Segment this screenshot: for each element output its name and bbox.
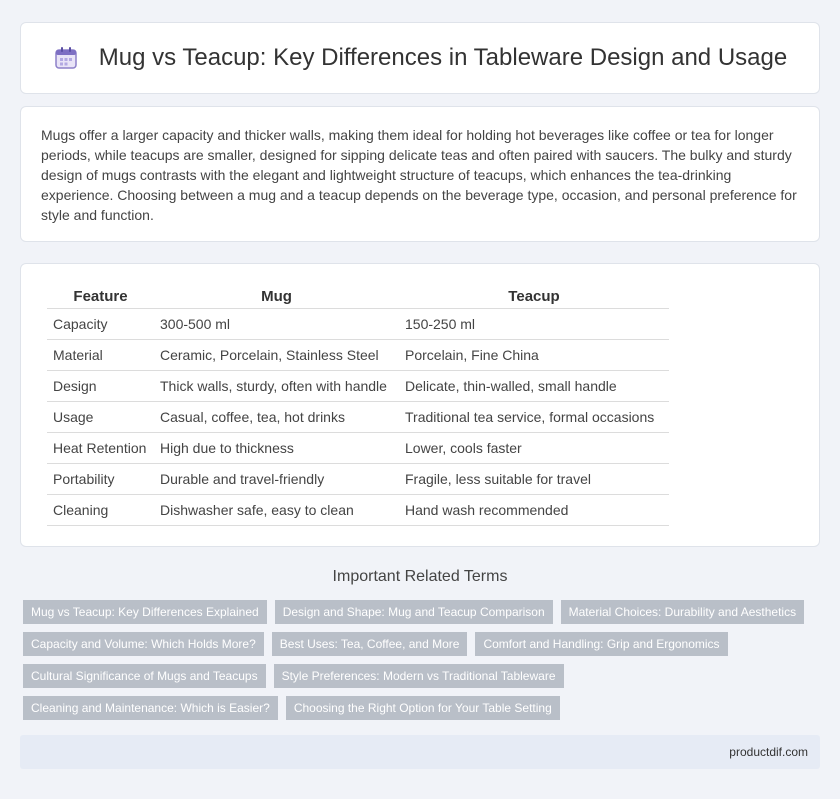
table-row: Cleaning Dishwasher safe, easy to clean Ha… [47, 494, 669, 526]
cell-teacup: Traditional tea service, formal occasion… [399, 401, 669, 433]
header-teacup: Teacup [399, 286, 669, 309]
table-row: Capacity 300-500 ml 150-250 ml [47, 308, 669, 340]
intro-card: Mugs offer a larger capacity and thicker… [20, 106, 820, 242]
related-tag[interactable]: Comfort and Handling: Grip and Ergonomic… [475, 632, 728, 656]
related-tag[interactable]: Choosing the Right Option for Your Table… [285, 696, 560, 720]
header-feature: Feature [47, 286, 154, 309]
table-row: Usage Casual, coffee, tea, hot drinks Trad… [47, 401, 669, 433]
cell-teacup: Lower, cools faster [399, 432, 669, 464]
comparison-table: Feature Mug Teacup Capacity 300-500 ml 150… [47, 286, 669, 526]
cell-teacup: Porcelain, Fine China [399, 339, 669, 371]
cell-mug: High due to thickness [154, 432, 399, 464]
cell-feature: Portability [47, 463, 154, 495]
table-row: Heat Retention High due to thickness Lower… [47, 432, 669, 464]
related-terms-title: Important Related Terms [332, 568, 508, 585]
footer: productdif.com [20, 735, 820, 769]
related-tag[interactable]: Material Choices: Durability and Aesthet… [560, 600, 805, 624]
related-tag[interactable]: Cleaning and Maintenance: Which is Easie… [23, 696, 278, 720]
cell-mug: 300-500 ml [154, 308, 399, 340]
cell-teacup: 150-250 ml [399, 308, 669, 340]
related-tag[interactable]: Capacity and Volume: Which Holds More? [23, 632, 264, 656]
cell-mug: Casual, coffee, tea, hot drinks [154, 401, 399, 433]
cell-teacup: Delicate, thin-walled, small handle [399, 370, 669, 402]
related-tag[interactable]: Style Preferences: Modern vs Traditional… [273, 664, 564, 688]
cell-mug: Durable and travel-friendly [154, 463, 399, 495]
comparison-table-card: Feature Mug Teacup Capacity 300-500 ml 150… [20, 263, 820, 547]
cell-feature: Usage [47, 401, 154, 433]
table-header-row: Feature Mug Teacup [47, 286, 669, 309]
related-tags: Mug vs Teacup: Key Differences Explained… [23, 600, 823, 720]
cell-teacup: Hand wash recommended [399, 494, 669, 526]
cell-mug: Ceramic, Porcelain, Stainless Steel [154, 339, 399, 371]
header-card: Mug vs Teacup: Key Differences in Tablew… [20, 22, 820, 94]
related-tag[interactable]: Cultural Significance of Mugs and Teacup… [23, 664, 266, 688]
header-mug: Mug [154, 286, 399, 309]
cell-feature: Capacity [47, 308, 154, 340]
table-row: Material Ceramic, Porcelain, Stainless St… [47, 339, 669, 371]
cell-feature: Cleaning [47, 494, 154, 526]
cell-teacup: Fragile, less suitable for travel [399, 463, 669, 495]
related-tag[interactable]: Best Uses: Tea, Coffee, and More [271, 632, 468, 656]
calendar-icon [55, 47, 77, 69]
cell-feature: Design [47, 370, 154, 402]
footer-site[interactable]: productdif.com [729, 745, 808, 759]
intro-paragraph: Mugs offer a larger capacity and thicker… [41, 127, 797, 223]
related-tag[interactable]: Design and Shape: Mug and Teacup Compari… [274, 600, 553, 624]
cell-feature: Heat Retention [47, 432, 154, 464]
cell-mug: Dishwasher safe, easy to clean [154, 494, 399, 526]
table-row: Design Thick walls, sturdy, often with ha… [47, 370, 669, 402]
page-title: Mug vs Teacup: Key Differences in Tablew… [98, 44, 788, 71]
table-row: Portability Durable and travel-friendly Fr… [47, 463, 669, 495]
cell-feature: Material [47, 339, 154, 371]
cell-mug: Thick walls, sturdy, often with handle [154, 370, 399, 402]
related-tag[interactable]: Mug vs Teacup: Key Differences Explained [23, 600, 267, 624]
